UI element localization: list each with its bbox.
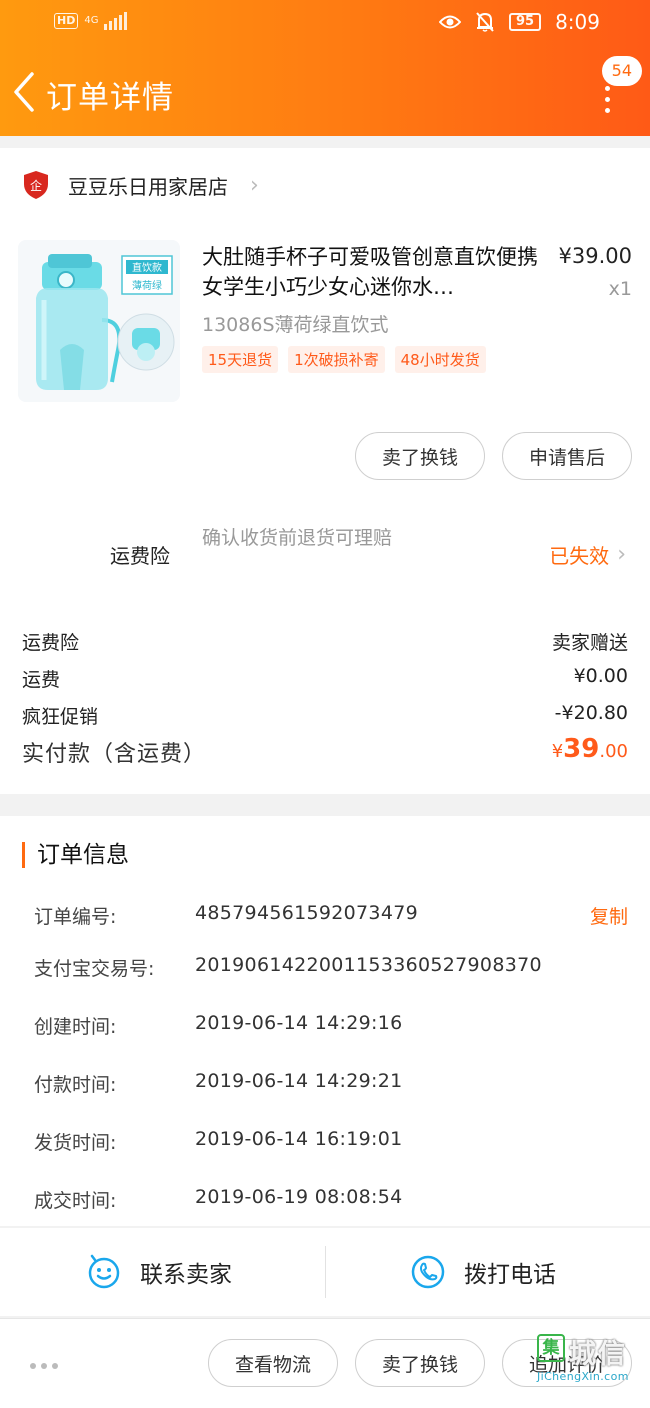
completed-time: 2019-06-19 08:08:54: [195, 1186, 403, 1208]
bell-off-icon: [476, 12, 494, 32]
eye-icon: [438, 15, 461, 29]
store-name: 豆豆乐日用家居店: [68, 174, 228, 199]
info-label: 订单编号:: [34, 906, 117, 928]
contact-bar: 联系卖家 拨打电话: [0, 1228, 650, 1316]
watermark-logo-icon: 集: [537, 1334, 565, 1362]
order-info-card: 订单信息 订单编号: 485794561592073479 复制 支付宝交易号:…: [0, 816, 650, 1226]
back-arrow-icon[interactable]: [10, 68, 40, 116]
view-logistics-button[interactable]: 查看物流: [208, 1339, 338, 1387]
fee-label: 运费险: [22, 632, 80, 654]
svg-text:企: 企: [30, 178, 42, 193]
product-sku: 13086S薄荷绿直饮式: [202, 314, 389, 336]
request-after-sale-button[interactable]: 申请售后: [502, 432, 632, 480]
total-paid-label: 实付款（含运费）: [22, 742, 207, 767]
site-watermark: 集 城信 JiChengXin.com: [533, 1330, 650, 1408]
service-tags: 15天退货 1次破损补寄 48小时发货: [202, 346, 486, 373]
total-paid-amount: ¥39.00: [552, 734, 628, 764]
more-menu-icon[interactable]: [604, 86, 612, 113]
shipping-insurance-desc: 确认收货前退货可理赔: [202, 527, 393, 549]
contact-seller-label: 联系卖家: [140, 1262, 232, 1288]
fee-row-insurance: 运费险 卖家赠送: [22, 628, 628, 655]
section-title: 订单信息: [22, 842, 129, 868]
alipay-trade-number: 2019061422001153360527908370: [195, 954, 542, 976]
product-title[interactable]: 大肚随手杯子可爱吸管创意直饮便携女学生小巧少女心迷你水…: [202, 242, 538, 302]
order-product-card: 企 豆豆乐日用家居店 › 直饮款 薄荷绿 大肚随手杯子可爱吸管创意直饮便携女学生…: [0, 148, 650, 794]
phone-icon: [411, 1255, 445, 1289]
signal-icon: [104, 12, 128, 30]
copy-button[interactable]: 复制: [590, 902, 628, 929]
message-count-badge[interactable]: 54: [601, 56, 642, 86]
info-label: 发货时间:: [34, 1132, 117, 1154]
paid-time: 2019-06-14 14:29:21: [195, 1070, 403, 1092]
info-label: 付款时间:: [34, 1074, 117, 1096]
call-phone-label: 拨打电话: [464, 1262, 556, 1288]
divider: [325, 1246, 326, 1298]
chevron-right-icon: ›: [250, 172, 259, 198]
contact-seller-button[interactable]: 联系卖家: [86, 1228, 232, 1316]
currency-symbol: ¥: [551, 741, 564, 762]
sell-for-cash-bottom-button[interactable]: 卖了换钱: [355, 1339, 485, 1387]
info-label: 支付宝交易号:: [34, 958, 155, 980]
tag-return: 15天退货: [202, 346, 279, 373]
clock: 8:09: [555, 10, 600, 34]
shipping-insurance-label: 运费险: [110, 544, 170, 568]
sell-for-cash-button[interactable]: 卖了换钱: [355, 432, 485, 480]
water-bottle-image: 直饮款 薄荷绿: [18, 240, 180, 402]
page-title: 订单详情: [46, 80, 174, 116]
info-label: 成交时间:: [34, 1190, 117, 1212]
shipped-time: 2019-06-14 16:19:01: [195, 1128, 403, 1150]
amount-integer: 39: [563, 734, 600, 764]
fee-label: 疯狂促销: [22, 706, 99, 728]
battery-icon: 95: [508, 13, 542, 31]
fee-label: 运费: [22, 669, 61, 691]
enterprise-shield-icon: 企: [24, 171, 48, 199]
order-number: 485794561592073479: [195, 902, 418, 924]
fee-value: ¥0.00: [573, 665, 628, 687]
image-label-style: 直饮款: [132, 261, 162, 274]
product-image[interactable]: 直饮款 薄荷绿: [18, 240, 180, 402]
insurance-status-text: 已失效: [549, 544, 610, 568]
network-type: 4G: [84, 15, 99, 26]
chat-smile-icon: [88, 1254, 120, 1289]
store-link[interactable]: 企 豆豆乐日用家居店 ›: [22, 170, 259, 200]
fee-value: -¥20.80: [554, 702, 628, 724]
watermark-text: 城信: [569, 1339, 627, 1370]
product-quantity: x1: [608, 278, 632, 300]
hd-icon: HD: [54, 13, 79, 29]
amount-decimal: .00: [599, 741, 628, 762]
created-time: 2019-06-14 14:29:16: [195, 1012, 403, 1034]
status-bar: HD 4G 95 8:09: [0, 0, 650, 50]
shipping-insurance-status[interactable]: 已失效 ›: [549, 540, 626, 569]
call-phone-button[interactable]: 拨打电话: [410, 1228, 556, 1316]
app-header: HD 4G 95 8:09 订单详情 54: [0, 0, 650, 136]
fee-value: 卖家赠送: [551, 632, 628, 654]
tag-ship-48h: 48小时发货: [394, 346, 486, 373]
product-price: ¥39.00: [558, 244, 632, 268]
fee-row-shipping: 运费 ¥0.00: [22, 665, 628, 692]
info-label: 创建时间:: [34, 1016, 117, 1038]
tag-damage-resend: 1次破损补寄: [288, 346, 385, 373]
image-label-color: 薄荷绿: [132, 279, 162, 292]
more-actions-icon[interactable]: [30, 1363, 58, 1369]
chevron-right-icon: ›: [617, 542, 626, 567]
fee-row-promotion: 疯狂促销 -¥20.80: [22, 702, 628, 729]
watermark-url: JiChengXin.com: [537, 1370, 629, 1383]
